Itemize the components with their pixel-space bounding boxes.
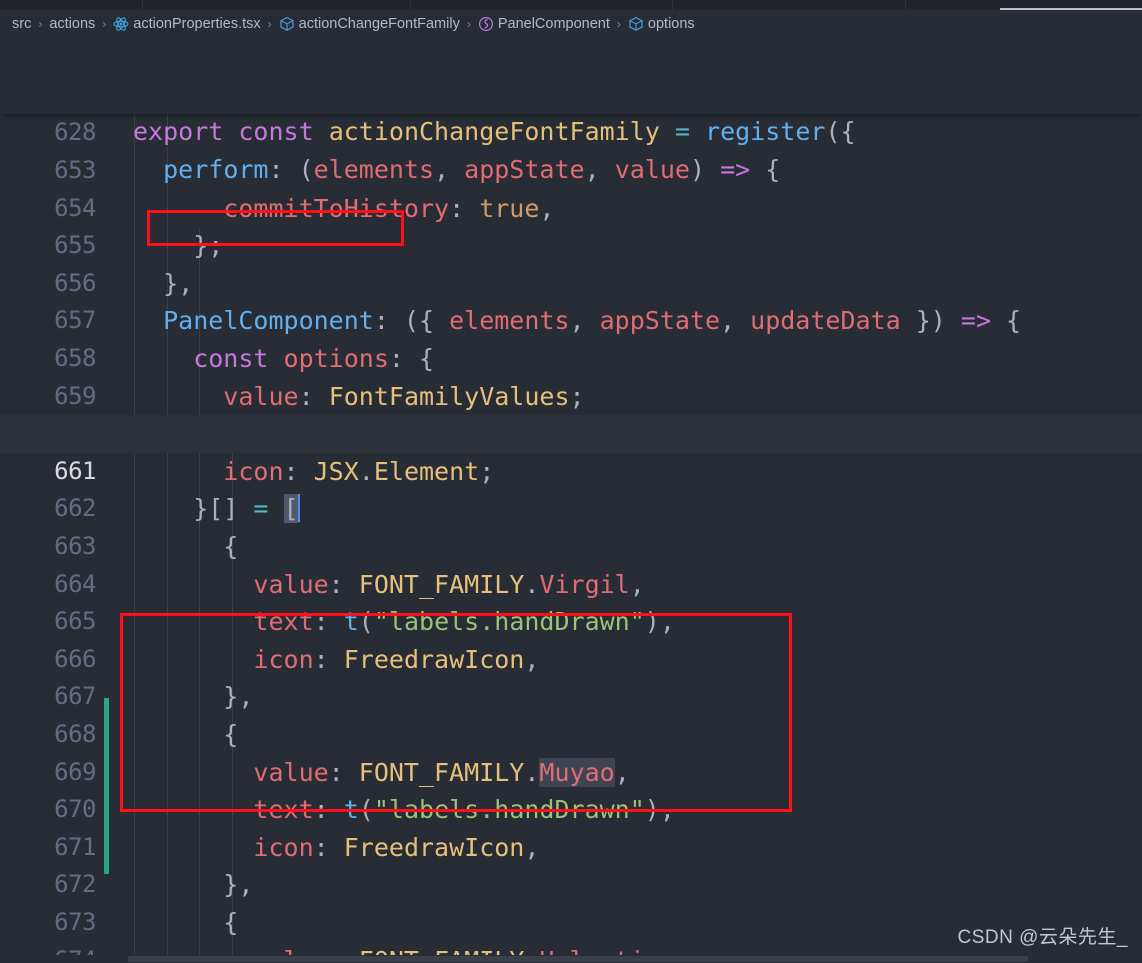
- breadcrumb-label: PanelComponent: [497, 16, 610, 32]
- code-line[interactable]: 658 value: FontFamilyValues;: [0, 302, 1142, 411]
- code-line[interactable]: 664 text: t("labels.handDrawn"),: [0, 528, 1142, 637]
- code-line[interactable]: 666 },: [0, 603, 1142, 712]
- breadcrumb-item-actions[interactable]: actions: [49, 16, 95, 32]
- horizontal-scrollbar-thumb[interactable]: [128, 956, 1028, 962]
- code-editor[interactable]: 653 commitToHistory: true, 654 }; 655 },…: [0, 38, 1142, 963]
- breadcrumb: src › actions › actionProperties.tsx › a…: [0, 10, 1142, 38]
- line-content: perform: (elements, appState, value) => …: [163, 155, 781, 185]
- breadcrumb-separator-icon: ›: [267, 17, 272, 31]
- sticky-scroll-header[interactable]: 625 export const actionChangeFontFamily …: [0, 38, 1142, 184]
- breadcrumb-separator-icon: ›: [102, 17, 107, 31]
- code-line[interactable]: 660 icon: JSX.Element;: [0, 378, 1142, 486]
- code-line[interactable]: 659 text: string;: [0, 340, 1142, 449]
- variable-cube-icon: [628, 16, 644, 32]
- breadcrumb-separator-icon: ›: [38, 17, 43, 31]
- method-icon: [478, 16, 494, 32]
- code-line[interactable]: 662 {: [0, 453, 1142, 561]
- sticky-line[interactable]: 628 perform: (elements, appState, value)…: [0, 76, 1142, 184]
- react-icon: [113, 16, 129, 32]
- breadcrumb-label: src: [12, 16, 32, 32]
- breadcrumb-label: actionProperties.tsx: [133, 16, 261, 32]
- code-line-active[interactable]: 661 }[] = [: [0, 415, 1142, 524]
- code-line[interactable]: 672 {: [0, 829, 1142, 937]
- tab-bar-strip: [0, 0, 1142, 10]
- breadcrumb-item-actionchangefontfamily[interactable]: actionChangeFontFamily: [279, 16, 460, 32]
- code-line[interactable]: 665 icon: FreedrawIcon,: [0, 566, 1142, 674]
- horizontal-scrollbar[interactable]: [0, 955, 1142, 963]
- sticky-line[interactable]: 625 export const actionChangeFontFamily …: [0, 38, 1142, 146]
- code-line[interactable]: 656 PanelComponent: ({ elements, appStat…: [0, 227, 1142, 336]
- breadcrumb-item-options[interactable]: options: [628, 16, 695, 32]
- line-number: 628: [54, 117, 96, 146]
- code-line[interactable]: 657 const options: {: [0, 265, 1142, 373]
- breadcrumb-separator-icon: ›: [616, 17, 621, 31]
- code-line[interactable]: 673 value: FONT_FAMILY.Helvetica,: [0, 866, 1142, 963]
- breadcrumb-separator-icon: ›: [466, 17, 471, 31]
- code-line[interactable]: 667 {: [0, 641, 1142, 749]
- code-line[interactable]: 655 },: [0, 190, 1142, 298]
- breadcrumb-label: actions: [49, 16, 96, 32]
- breadcrumb-item-panelcomponent[interactable]: PanelComponent: [478, 16, 610, 32]
- code-line[interactable]: 668 value: FONT_FAMILY.Muyao,: [0, 678, 1142, 787]
- code-line[interactable]: 671 },: [0, 791, 1142, 900]
- breadcrumb-item-actionproperties[interactable]: actionProperties.tsx: [113, 16, 261, 32]
- variable-cube-icon: [279, 16, 295, 32]
- breadcrumb-label: actionChangeFontFamily: [298, 16, 460, 32]
- code-line[interactable]: 669 text: t("labels.handDrawn"),: [0, 716, 1142, 825]
- code-line[interactable]: 663 value: FONT_FAMILY.Virgil,: [0, 490, 1142, 599]
- breadcrumb-item-src[interactable]: src: [12, 16, 31, 32]
- line-content: export const actionChangeFontFamily = re…: [133, 117, 856, 147]
- breadcrumb-label: options: [647, 16, 695, 32]
- code-line[interactable]: 670 icon: FreedrawIcon,: [0, 754, 1142, 862]
- vscode-window: src › actions › actionProperties.tsx › a…: [0, 0, 1142, 963]
- watermark: CSDN @云朵先生_: [957, 927, 1128, 948]
